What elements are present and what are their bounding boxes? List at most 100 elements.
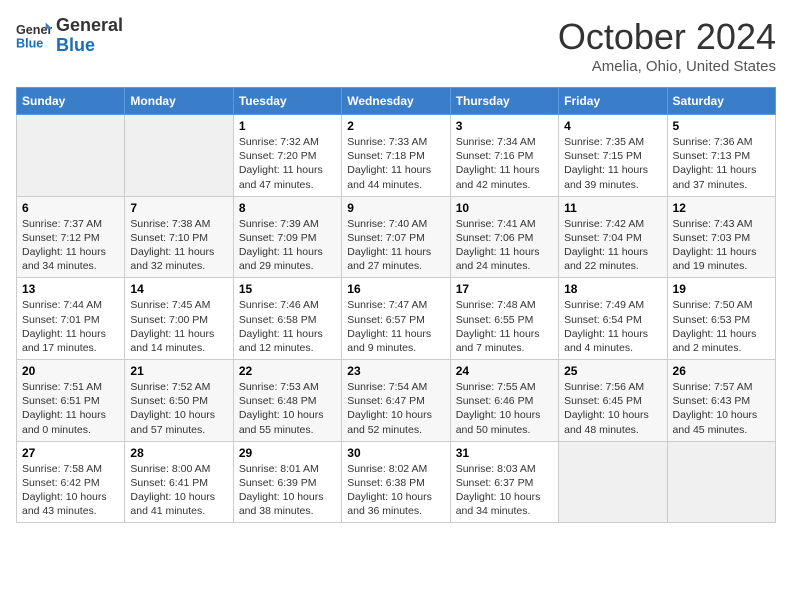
- calendar-body: 1Sunrise: 7:32 AM Sunset: 7:20 PM Daylig…: [17, 115, 776, 523]
- calendar-cell: 15Sunrise: 7:46 AM Sunset: 6:58 PM Dayli…: [233, 278, 341, 360]
- day-info: Sunrise: 7:35 AM Sunset: 7:15 PM Dayligh…: [564, 135, 661, 192]
- title-block: October 2024 Amelia, Ohio, United States: [558, 16, 776, 75]
- day-number: 24: [456, 364, 553, 378]
- day-info: Sunrise: 7:39 AM Sunset: 7:09 PM Dayligh…: [239, 217, 336, 274]
- day-number: 20: [22, 364, 119, 378]
- day-info: Sunrise: 7:36 AM Sunset: 7:13 PM Dayligh…: [673, 135, 770, 192]
- day-number: 16: [347, 282, 444, 296]
- day-info: Sunrise: 7:57 AM Sunset: 6:43 PM Dayligh…: [673, 380, 770, 437]
- day-number: 14: [130, 282, 227, 296]
- day-number: 4: [564, 119, 661, 133]
- calendar-cell: 21 Sunrise: 7:52 AM Sunset: 6:50 PM Dayli…: [125, 360, 233, 442]
- calendar-cell: [559, 441, 667, 523]
- week-row: 13Sunrise: 7:44 AM Sunset: 7:01 PM Dayli…: [17, 278, 776, 360]
- day-number: 21: [130, 364, 227, 378]
- week-row: 27 Sunrise: 7:58 AM Sunset: 6:42 PM Dayli…: [17, 441, 776, 523]
- day-number: 19: [673, 282, 770, 296]
- day-number: 2: [347, 119, 444, 133]
- day-number: 25: [564, 364, 661, 378]
- day-info: Sunrise: 7:49 AM Sunset: 6:54 PM Dayligh…: [564, 298, 661, 355]
- calendar-cell: 24 Sunrise: 7:55 AM Sunset: 6:46 PM Dayli…: [450, 360, 558, 442]
- day-number: 8: [239, 201, 336, 215]
- day-info: Sunrise: 7:53 AM Sunset: 6:48 PM Dayligh…: [239, 380, 336, 437]
- day-number: 5: [673, 119, 770, 133]
- calendar-cell: 17 Sunrise: 7:48 AM Sunset: 6:55 PM Dayli…: [450, 278, 558, 360]
- day-number: 11: [564, 201, 661, 215]
- day-info: Sunrise: 7:48 AM Sunset: 6:55 PM Dayligh…: [456, 298, 553, 355]
- day-info: Sunrise: 7:32 AM Sunset: 7:20 PM Dayligh…: [239, 135, 336, 192]
- day-number: 12: [673, 201, 770, 215]
- day-number: 22: [239, 364, 336, 378]
- day-number: 10: [456, 201, 553, 215]
- calendar-cell: 20 Sunrise: 7:51 AM Sunset: 6:51 PM Dayli…: [17, 360, 125, 442]
- day-info: Sunrise: 7:43 AM Sunset: 7:03 PM Dayligh…: [673, 217, 770, 274]
- page-header: General Blue General Blue October 2024 A…: [16, 16, 776, 75]
- calendar-cell: [17, 115, 125, 197]
- day-number: 23: [347, 364, 444, 378]
- day-header: Monday: [125, 88, 233, 115]
- calendar-cell: 26 Sunrise: 7:57 AM Sunset: 6:43 PM Dayli…: [667, 360, 775, 442]
- day-info: Sunrise: 7:33 AM Sunset: 7:18 PM Dayligh…: [347, 135, 444, 192]
- day-header: Friday: [559, 88, 667, 115]
- day-info: Sunrise: 7:54 AM Sunset: 6:47 PM Dayligh…: [347, 380, 444, 437]
- day-info: Sunrise: 7:52 AM Sunset: 6:50 PM Dayligh…: [130, 380, 227, 437]
- week-row: 20 Sunrise: 7:51 AM Sunset: 6:51 PM Dayli…: [17, 360, 776, 442]
- day-info: Sunrise: 8:03 AM Sunset: 6:37 PM Dayligh…: [456, 462, 553, 519]
- day-number: 9: [347, 201, 444, 215]
- day-number: 17: [456, 282, 553, 296]
- calendar-cell: 9 Sunrise: 7:40 AM Sunset: 7:07 PM Daylig…: [342, 196, 450, 278]
- svg-text:Blue: Blue: [16, 36, 43, 50]
- header-row: SundayMondayTuesdayWednesdayThursdayFrid…: [17, 88, 776, 115]
- day-info: Sunrise: 7:45 AM Sunset: 7:00 PM Dayligh…: [130, 298, 227, 355]
- calendar-cell: 5 Sunrise: 7:36 AM Sunset: 7:13 PM Daylig…: [667, 115, 775, 197]
- calendar-cell: 13Sunrise: 7:44 AM Sunset: 7:01 PM Dayli…: [17, 278, 125, 360]
- day-info: Sunrise: 7:47 AM Sunset: 6:57 PM Dayligh…: [347, 298, 444, 355]
- day-number: 29: [239, 446, 336, 460]
- day-number: 26: [673, 364, 770, 378]
- logo-text: General Blue: [56, 16, 123, 56]
- day-number: 13: [22, 282, 119, 296]
- day-info: Sunrise: 8:01 AM Sunset: 6:39 PM Dayligh…: [239, 462, 336, 519]
- calendar-cell: 1Sunrise: 7:32 AM Sunset: 7:20 PM Daylig…: [233, 115, 341, 197]
- calendar-cell: [125, 115, 233, 197]
- calendar-cell: 8 Sunrise: 7:39 AM Sunset: 7:09 PM Daylig…: [233, 196, 341, 278]
- day-number: 31: [456, 446, 553, 460]
- calendar-cell: 27 Sunrise: 7:58 AM Sunset: 6:42 PM Dayli…: [17, 441, 125, 523]
- day-number: 27: [22, 446, 119, 460]
- day-header: Sunday: [17, 88, 125, 115]
- logo: General Blue General Blue: [16, 16, 123, 56]
- calendar-cell: 28 Sunrise: 8:00 AM Sunset: 6:41 PM Dayli…: [125, 441, 233, 523]
- week-row: 1Sunrise: 7:32 AM Sunset: 7:20 PM Daylig…: [17, 115, 776, 197]
- day-header: Tuesday: [233, 88, 341, 115]
- calendar-cell: 18 Sunrise: 7:49 AM Sunset: 6:54 PM Dayli…: [559, 278, 667, 360]
- calendar-cell: 3Sunrise: 7:34 AM Sunset: 7:16 PM Daylig…: [450, 115, 558, 197]
- day-info: Sunrise: 7:40 AM Sunset: 7:07 PM Dayligh…: [347, 217, 444, 274]
- calendar-cell: 29 Sunrise: 8:01 AM Sunset: 6:39 PM Dayli…: [233, 441, 341, 523]
- calendar-cell: 10Sunrise: 7:41 AM Sunset: 7:06 PM Dayli…: [450, 196, 558, 278]
- calendar-cell: 7Sunrise: 7:38 AM Sunset: 7:10 PM Daylig…: [125, 196, 233, 278]
- day-header: Thursday: [450, 88, 558, 115]
- day-info: Sunrise: 7:55 AM Sunset: 6:46 PM Dayligh…: [456, 380, 553, 437]
- calendar-table: SundayMondayTuesdayWednesdayThursdayFrid…: [16, 87, 776, 523]
- calendar-cell: 16 Sunrise: 7:47 AM Sunset: 6:57 PM Dayli…: [342, 278, 450, 360]
- day-info: Sunrise: 7:37 AM Sunset: 7:12 PM Dayligh…: [22, 217, 119, 274]
- day-info: Sunrise: 7:46 AM Sunset: 6:58 PM Dayligh…: [239, 298, 336, 355]
- day-info: Sunrise: 8:00 AM Sunset: 6:41 PM Dayligh…: [130, 462, 227, 519]
- calendar-cell: 4 Sunrise: 7:35 AM Sunset: 7:15 PM Daylig…: [559, 115, 667, 197]
- day-number: 28: [130, 446, 227, 460]
- calendar-cell: 6Sunrise: 7:37 AM Sunset: 7:12 PM Daylig…: [17, 196, 125, 278]
- calendar-cell: 23 Sunrise: 7:54 AM Sunset: 6:47 PM Dayli…: [342, 360, 450, 442]
- calendar-cell: 31 Sunrise: 8:03 AM Sunset: 6:37 PM Dayli…: [450, 441, 558, 523]
- day-header: Wednesday: [342, 88, 450, 115]
- calendar-cell: 25Sunrise: 7:56 AM Sunset: 6:45 PM Dayli…: [559, 360, 667, 442]
- week-row: 6Sunrise: 7:37 AM Sunset: 7:12 PM Daylig…: [17, 196, 776, 278]
- calendar-cell: 11 Sunrise: 7:42 AM Sunset: 7:04 PM Dayli…: [559, 196, 667, 278]
- calendar-title: October 2024: [558, 16, 776, 58]
- day-info: Sunrise: 7:42 AM Sunset: 7:04 PM Dayligh…: [564, 217, 661, 274]
- day-info: Sunrise: 7:58 AM Sunset: 6:42 PM Dayligh…: [22, 462, 119, 519]
- day-info: Sunrise: 7:51 AM Sunset: 6:51 PM Dayligh…: [22, 380, 119, 437]
- calendar-cell: 22 Sunrise: 7:53 AM Sunset: 6:48 PM Dayli…: [233, 360, 341, 442]
- day-number: 18: [564, 282, 661, 296]
- logo-icon: General Blue: [16, 18, 52, 54]
- calendar-cell: 14 Sunrise: 7:45 AM Sunset: 7:00 PM Dayli…: [125, 278, 233, 360]
